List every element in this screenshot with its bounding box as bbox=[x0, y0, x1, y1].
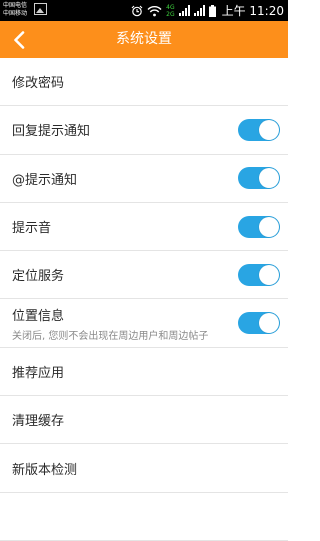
network-type-2: 2G bbox=[166, 10, 175, 18]
wifi-icon bbox=[147, 5, 162, 17]
location-service-toggle[interactable] bbox=[238, 263, 280, 286]
location-info-label: 位置信息 bbox=[12, 308, 65, 324]
sound-label: 提示音 bbox=[12, 221, 52, 237]
at-notify-item: @提示通知 bbox=[0, 155, 288, 203]
check-update-label: 新版本检测 bbox=[12, 462, 78, 478]
check-update-item[interactable]: 新版本检测 bbox=[0, 444, 288, 493]
list-item-partial[interactable] bbox=[0, 493, 288, 541]
signal-icon bbox=[178, 5, 190, 16]
recommend-apps-item[interactable]: 推荐应用 bbox=[0, 348, 288, 397]
location-info-item: 位置信息 关闭后, 您则不会出现在周边用户和周边帖子 bbox=[0, 299, 288, 348]
change-password-label: 修改密码 bbox=[12, 76, 65, 92]
settings-list: 修改密码 回复提示通知 @提示通知 提示音 定位服务 位置信息 关闭后, 您则不… bbox=[0, 58, 288, 541]
toggle-knob bbox=[259, 216, 279, 237]
clear-cache-item[interactable]: 清理缓存 bbox=[0, 396, 288, 445]
clock: 上午 11:20 bbox=[221, 4, 284, 18]
battery-icon bbox=[208, 4, 216, 17]
location-service-item: 定位服务 bbox=[0, 251, 288, 300]
toggle-knob bbox=[259, 264, 279, 285]
status-bar: 中国电信 中国移动 4G 2G 上午 11:20 bbox=[0, 0, 288, 21]
alarm-icon bbox=[131, 5, 143, 17]
status-icons: 4G 2G 上午 11:20 bbox=[131, 0, 284, 21]
reply-notify-label: 回复提示通知 bbox=[12, 124, 91, 140]
location-info-description: 关闭后, 您则不会出现在周边用户和周边帖子 bbox=[12, 330, 209, 342]
header-bar: 系统设置 bbox=[0, 21, 288, 58]
change-password-item[interactable]: 修改密码 bbox=[0, 58, 288, 107]
reply-notify-toggle[interactable] bbox=[238, 118, 280, 141]
carrier-info: 中国电信 中国移动 bbox=[3, 2, 27, 18]
reply-notify-item: 回复提示通知 bbox=[0, 106, 288, 155]
network-type-1: 4G bbox=[166, 3, 175, 11]
at-notify-toggle[interactable] bbox=[238, 167, 280, 190]
page-title: 系统设置 bbox=[116, 31, 172, 47]
carrier-2: 中国移动 bbox=[3, 10, 28, 17]
sound-toggle[interactable] bbox=[238, 215, 280, 238]
network-type: 4G 2G bbox=[166, 4, 174, 18]
location-service-label: 定位服务 bbox=[12, 269, 65, 285]
clear-cache-label: 清理缓存 bbox=[12, 414, 65, 430]
at-notify-label: @提示通知 bbox=[12, 172, 78, 188]
toggle-knob bbox=[259, 313, 279, 334]
sound-item: 提示音 bbox=[0, 203, 288, 252]
photo-notification-icon bbox=[34, 3, 47, 15]
carrier-1: 中国电信 bbox=[3, 2, 28, 9]
toggle-knob bbox=[259, 119, 279, 140]
location-info-toggle[interactable] bbox=[238, 312, 280, 335]
signal-icon bbox=[193, 5, 205, 16]
toggle-knob bbox=[259, 168, 279, 189]
recommend-apps-label: 推荐应用 bbox=[12, 365, 65, 381]
